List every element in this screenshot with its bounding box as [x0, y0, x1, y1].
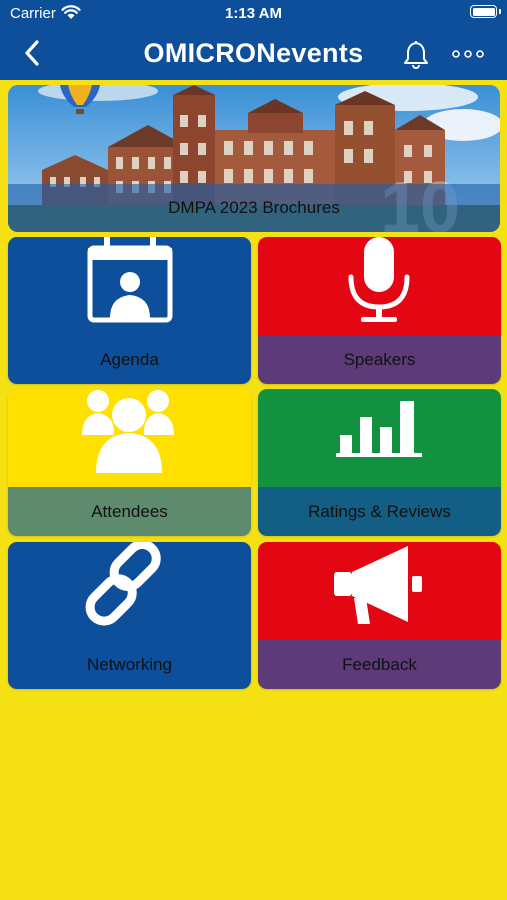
- battery-tip: [499, 9, 501, 14]
- agenda-icon-area: [8, 237, 251, 335]
- speakers-icon-area: [258, 237, 501, 335]
- speakers-label: Speakers: [258, 335, 501, 384]
- feedback-icon-area: [258, 542, 501, 640]
- more-options-icon[interactable]: [450, 42, 490, 66]
- bar-chart-icon: [336, 401, 422, 457]
- networking-label: Networking: [8, 640, 251, 689]
- chain-link-icon: [85, 542, 161, 626]
- top-bar: Carrier 1:13 AM OMICRONevents: [0, 0, 507, 80]
- bell-icon[interactable]: [400, 38, 432, 70]
- attendees-icon-area: [8, 389, 251, 487]
- banner-label: DMPA 2023 Brochures: [8, 184, 500, 232]
- navigation-bar: OMICRONevents: [0, 28, 507, 80]
- people-group-icon: [82, 390, 174, 473]
- calendar-person-icon: [87, 237, 173, 323]
- clock: 1:13 AM: [225, 5, 282, 22]
- microphone-icon: [348, 237, 410, 322]
- attendees-tile[interactable]: Attendees: [8, 389, 251, 536]
- ratings-reviews-tile[interactable]: Ratings & Reviews: [258, 389, 501, 536]
- feedback-label: Feedback: [258, 640, 501, 689]
- attendees-label: Attendees: [8, 487, 251, 536]
- agenda-label: Agenda: [8, 335, 251, 384]
- megaphone-icon: [334, 546, 422, 624]
- ratings-icon-area: [258, 389, 501, 487]
- feedback-tile[interactable]: Feedback: [258, 542, 501, 689]
- speakers-tile[interactable]: Speakers: [258, 237, 501, 384]
- ratings-label: Ratings & Reviews: [258, 487, 501, 536]
- networking-icon-area: [8, 542, 251, 640]
- status-bar: Carrier 1:13 AM: [0, 0, 507, 28]
- brochures-banner[interactable]: 10 DMPA 2023 Brochures: [8, 85, 500, 232]
- networking-tile[interactable]: Networking: [8, 542, 251, 689]
- battery-icon: [470, 5, 497, 18]
- agenda-tile[interactable]: Agenda: [8, 237, 251, 384]
